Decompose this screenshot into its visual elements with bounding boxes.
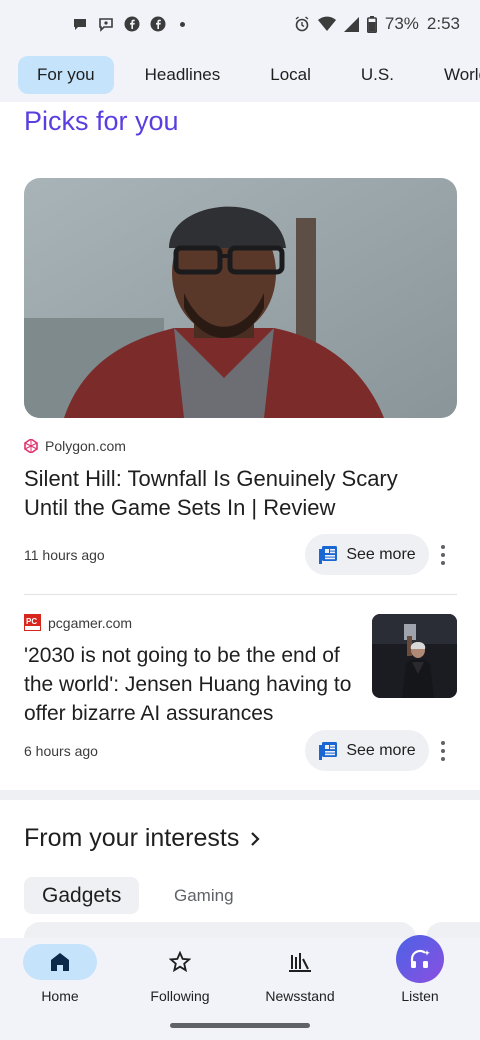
article-2-see-more-button[interactable]: See more — [305, 730, 429, 771]
topic-tabs: For you Headlines Local U.S. World — [0, 48, 480, 102]
chip-gadgets[interactable]: Gadgets — [24, 877, 140, 914]
silent-hill-character-image — [24, 178, 457, 418]
interest-card-peek[interactable] — [24, 922, 416, 938]
nav-listen[interactable]: Listen — [365, 935, 475, 1004]
full-coverage-icon — [319, 545, 338, 564]
chevron-right-icon — [251, 831, 260, 846]
headphones-icon — [410, 949, 430, 968]
article-divider — [24, 594, 457, 595]
tab-local[interactable]: Local — [251, 56, 330, 94]
bottom-navigation: Home Following Newsstand Listen — [0, 935, 480, 1040]
gesture-home-indicator[interactable] — [170, 1023, 310, 1028]
system-status: 73% 2:53 — [294, 14, 460, 34]
messenger-icon — [99, 18, 113, 32]
article-1-see-more-label: See more — [346, 545, 416, 563]
article-2-headline-line1: '2030 is not going to be the end of — [24, 644, 340, 667]
nav-newsstand-pill — [263, 944, 337, 980]
tab-for-you[interactable]: For you — [18, 56, 114, 94]
article-2-more-options-icon[interactable] — [437, 741, 449, 761]
clock: 2:53 — [426, 14, 460, 33]
tab-us[interactable]: U.S. — [342, 56, 413, 94]
article-2-time: 6 hours ago — [24, 743, 98, 759]
full-coverage-icon — [319, 741, 338, 760]
signal-icon — [343, 17, 359, 32]
article-2-headline-line3: offer bizarre AI assurances — [24, 702, 274, 725]
tab-world[interactable]: World — [425, 56, 480, 94]
article-1-image[interactable] — [24, 178, 457, 418]
facebook-icon — [124, 16, 140, 32]
notification-icons — [72, 16, 185, 32]
nav-following[interactable]: Following — [125, 944, 235, 1004]
nav-newsstand[interactable]: Newsstand — [245, 944, 355, 1004]
status-bar: 73% 2:53 — [0, 0, 480, 48]
home-icon — [51, 953, 69, 971]
tab-headlines[interactable]: Headlines — [126, 56, 240, 94]
article-1-see-more-button[interactable]: See more — [305, 534, 429, 575]
chat-icon — [74, 19, 86, 30]
article-2-headline-line2: the world': Jensen Huang having to — [24, 673, 352, 696]
pcgamer-logo-icon: PC — [24, 614, 41, 631]
article-1-source[interactable]: Polygon.com — [24, 438, 126, 454]
nav-home-pill — [23, 944, 97, 980]
nav-following-pill — [143, 944, 217, 980]
jensen-huang-photo — [372, 614, 457, 698]
interest-card-peek-next[interactable] — [426, 922, 480, 938]
article-2-headline[interactable]: '2030 is not going to be the end of the … — [24, 641, 351, 728]
alarm-icon — [295, 16, 309, 32]
article-1-headline-line2: Until the Game Sets In | Review — [24, 495, 336, 520]
article-1-source-name: Polygon.com — [45, 438, 126, 454]
facebook-icon — [150, 16, 166, 32]
article-2-source-name: pcgamer.com — [48, 614, 133, 631]
polygon-logo-icon — [24, 439, 38, 453]
more-notifications-dot-icon — [180, 21, 185, 27]
nav-home-label: Home — [41, 988, 79, 1004]
nav-following-label: Following — [150, 988, 210, 1004]
battery-icon — [366, 15, 377, 33]
section-divider — [0, 790, 480, 800]
article-2-thumbnail[interactable] — [372, 614, 457, 698]
section-title-interests[interactable]: From your interests — [24, 824, 261, 853]
listen-button — [396, 935, 444, 983]
nav-listen-label: Listen — [401, 988, 439, 1004]
wifi-icon — [317, 16, 336, 31]
section-title-picks: Picks for you — [24, 106, 179, 136]
chip-gaming[interactable]: Gaming — [156, 877, 252, 914]
battery-percent: 73% — [384, 14, 419, 33]
nav-home[interactable]: Home — [5, 944, 115, 1004]
article-1-headline[interactable]: Silent Hill: Townfall Is Genuinely Scary… — [24, 464, 398, 522]
article-2-source[interactable]: PC pcgamer.com — [24, 614, 132, 631]
article-2-see-more-label: See more — [346, 741, 416, 759]
article-1-time: 11 hours ago — [24, 547, 105, 563]
newsstand-icon — [289, 953, 311, 972]
article-1-more-options-icon[interactable] — [437, 545, 449, 565]
svg-text:PC: PC — [26, 617, 37, 626]
interests-title-text: From your interests — [24, 824, 240, 852]
article-1-headline-line1: Silent Hill: Townfall Is Genuinely Scary — [24, 466, 398, 491]
nav-listen-pill — [383, 935, 457, 983]
feed: Picks for you Polygon.com Silent Hill: T… — [0, 102, 480, 938]
star-icon — [169, 951, 191, 973]
nav-newsstand-label: Newsstand — [265, 988, 335, 1004]
